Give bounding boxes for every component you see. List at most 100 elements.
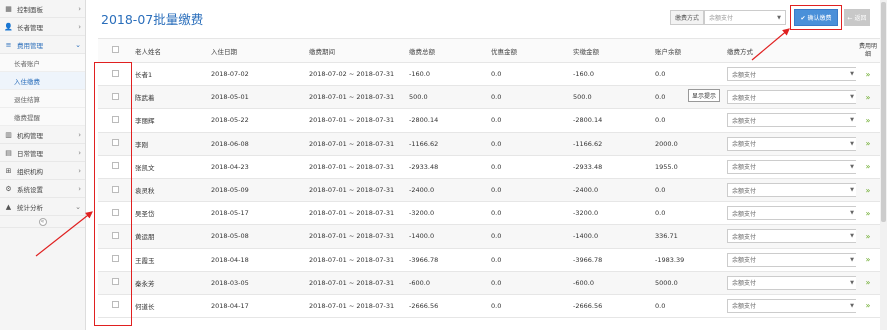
cell-total: -1400.0 — [406, 224, 488, 249]
cell-name: 何道长 — [132, 294, 208, 319]
sidebar-item-users[interactable]: 👤 长者管理 › — [0, 18, 85, 36]
sidebar-item-chart[interactable]: ▲ 统计分析 ⌄ — [0, 198, 85, 216]
cell-actual: -3966.78 — [570, 248, 652, 272]
payment-method-select[interactable]: 余额支付 ▼ — [727, 113, 856, 128]
sidebar-subitem[interactable]: 入住缴费 — [0, 72, 85, 90]
cell-method: 余额支付 ▼ — [724, 248, 856, 272]
payment-method-select[interactable]: 余额支付 ▼ — [727, 136, 856, 151]
table-row: 李丽辉 2018-05-22 2018-07-01 ~ 2018-07-31 -280… — [98, 108, 880, 133]
expand-details-icon[interactable]: » — [856, 294, 880, 319]
cell-name: 黄运朋 — [132, 224, 208, 249]
chevron-right-icon: › — [78, 130, 81, 139]
column-header: 优惠金额 — [488, 38, 570, 63]
cell-actual: -600.0 — [570, 271, 652, 295]
expand-details-icon[interactable]: » — [856, 155, 880, 179]
sidebar-item-building[interactable]: ▥ 机构管理 › — [0, 126, 85, 144]
cell-actual: -160.0 — [570, 62, 652, 87]
chevron-down-icon: ▼ — [850, 117, 854, 124]
cell-date: 2018-07-02 — [208, 62, 306, 87]
chevron-down-icon: ▼ — [850, 302, 854, 309]
cell-balance: 5000.0 — [652, 271, 724, 295]
cell-total: -600.0 — [406, 271, 488, 295]
cell-date: 2018-06-08 — [208, 132, 306, 156]
chevron-down-icon: ▼ — [850, 163, 854, 170]
sidebar-item-org[interactable]: ⊞ 组织机构 › — [0, 162, 85, 180]
sidebar-item-gear[interactable]: ⚙ 系统设置 › — [0, 180, 85, 198]
sidebar-subitem[interactable]: 长者账户 — [0, 54, 85, 72]
scrollbar-thumb[interactable] — [881, 2, 886, 222]
cell-balance: 1955.0 — [652, 155, 724, 179]
cell-date: 2018-03-05 — [208, 271, 306, 295]
table-row: 袁灵秋 2018-05-09 2018-07-01 ~ 2018-07-31 -240… — [98, 178, 880, 203]
expand-details-icon[interactable]: » — [856, 224, 880, 249]
list-icon: ≡ — [5, 40, 12, 49]
column-header: 账户余额 — [652, 38, 724, 63]
column-header: 缴费方式 — [724, 38, 856, 63]
cell-actual: -3200.0 — [570, 201, 652, 226]
chevron-down-icon: ▼ — [850, 140, 854, 147]
payment-method-select[interactable]: 余额支付 ▼ — [727, 229, 856, 244]
expand-details-icon[interactable]: » — [856, 85, 880, 110]
cell-discount: 0.0 — [488, 224, 570, 249]
users-icon: 👤 — [4, 22, 13, 31]
cell-name: 长者1 — [132, 62, 208, 87]
payment-method-select[interactable]: 余额支付 ▼ — [727, 183, 856, 198]
cell-name: 李刚 — [132, 132, 208, 156]
sidebar-item-dashboard[interactable]: ▦ 控制面板 › — [0, 0, 85, 18]
cell-method: 余额支付 ▼ — [724, 155, 856, 179]
cell-name: 王霞玉 — [132, 248, 208, 272]
cell-period: 2018-07-01 ~ 2018-07-31 — [306, 271, 406, 295]
back-button[interactable]: ← 返回 — [844, 9, 870, 26]
cell-actual: -2800.14 — [570, 108, 652, 133]
expand-details-icon[interactable]: » — [856, 108, 880, 133]
payment-method-select[interactable]: 余额支付 ▼ — [727, 206, 856, 221]
cell-total: -3966.78 — [406, 248, 488, 272]
column-header: 缴费总额 — [406, 38, 488, 63]
cell-name: 袁灵秋 — [132, 178, 208, 203]
cell-method: 余额支付 ▼ — [724, 178, 856, 203]
expand-details-icon[interactable]: » — [856, 201, 880, 226]
cell-period: 2018-07-01 ~ 2018-07-31 — [306, 132, 406, 156]
sidebar-item-label: 组织机构 — [17, 167, 43, 176]
scrollbar[interactable] — [880, 0, 887, 330]
select-all-checkbox[interactable] — [111, 46, 119, 53]
expand-details-icon[interactable]: » — [856, 271, 880, 295]
payment-method-value: 余额支付 — [732, 141, 757, 149]
table-row: 秦永芳 2018-03-05 2018-07-01 ~ 2018-07-31 -600… — [98, 271, 880, 295]
pay-method-select[interactable]: 余额支付 ▼ — [704, 10, 786, 25]
expand-details-icon[interactable]: » — [856, 178, 880, 203]
sidebar-subitem[interactable]: 退住结算 — [0, 90, 85, 108]
cell-name: 李丽辉 — [132, 108, 208, 133]
payment-method-select[interactable]: 余额支付 ▼ — [727, 90, 856, 105]
expand-details-icon[interactable]: » — [856, 132, 880, 156]
cell-method: 余额支付 ▼ — [724, 108, 856, 133]
collapse-icon[interactable]: « — [38, 217, 47, 226]
cell-total: -1166.62 — [406, 132, 488, 156]
payment-method-select[interactable]: 余额支付 ▼ — [727, 252, 856, 267]
cell-name: 张凯文 — [132, 155, 208, 179]
cell-date: 2018-05-01 — [208, 85, 306, 110]
sidebar-item-list[interactable]: ≡ 费用管理 ⌄ — [0, 36, 85, 54]
payment-method-select[interactable]: 余额支付 ▼ — [727, 67, 856, 82]
payment-method-select[interactable]: 余额支付 ▼ — [727, 275, 856, 290]
column-header: 缴费期间 — [306, 38, 406, 63]
payment-method-value: 余额支付 — [732, 233, 757, 241]
column-header: 老人姓名 — [132, 38, 208, 63]
cell-date: 2018-04-18 — [208, 248, 306, 272]
sidebar-item-calendar[interactable]: ▤ 日常管理 › — [0, 144, 85, 162]
cell-discount: 0.0 — [488, 248, 570, 272]
cell-method: 余额支付 ▼ — [724, 132, 856, 156]
cell-total: -2933.48 — [406, 155, 488, 179]
cell-period: 2018-07-01 ~ 2018-07-31 — [306, 85, 406, 110]
payment-method-select[interactable]: 余额支付 ▼ — [727, 298, 856, 313]
payment-method-select[interactable]: 余额支付 ▼ — [727, 159, 856, 174]
chevron-down-icon: ▼ — [850, 94, 854, 101]
table-row: 李刚 2018-06-08 2018-07-01 ~ 2018-07-31 -1166… — [98, 132, 880, 156]
select-all-cell[interactable] — [98, 38, 132, 63]
sidebar-subitem[interactable]: 缴费提醒 — [0, 108, 85, 126]
expand-details-icon[interactable]: » — [856, 248, 880, 272]
dashboard-icon: ▦ — [5, 4, 12, 13]
expand-details-icon[interactable]: » — [856, 62, 880, 87]
cell-date: 2018-05-09 — [208, 178, 306, 203]
chevron-right-icon: › — [78, 166, 81, 175]
